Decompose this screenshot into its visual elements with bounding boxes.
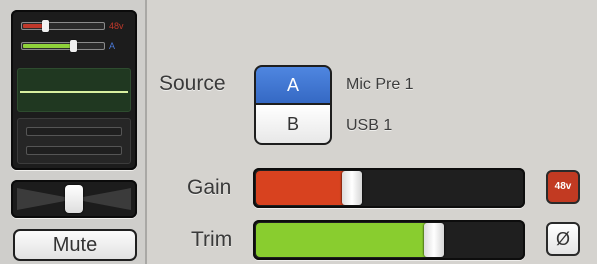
channel-input-panel: 48v A Mute Source A B Mic Pre 1 USB 1 Ga… (0, 0, 597, 264)
channel-overview[interactable]: 48v A (11, 10, 137, 170)
mini-gain-slider (21, 20, 105, 32)
trim-label: Trim (191, 228, 233, 251)
waveform-display (17, 68, 131, 112)
mini-source-label: A (109, 41, 116, 51)
mini-trim-knob (69, 40, 77, 52)
pan-knob[interactable] (65, 185, 83, 213)
fx-slot (26, 146, 122, 155)
gain-label: Gain (187, 176, 232, 199)
fx-slots (17, 118, 131, 164)
source-a-name: Mic Pre 1 (346, 76, 414, 93)
input-settings: Source A B Mic Pre 1 USB 1 Gain 48v Trim… (149, 0, 597, 264)
trim-fader[interactable] (253, 220, 525, 260)
gain-fader[interactable] (253, 168, 525, 208)
source-b-button[interactable]: B (254, 105, 332, 145)
pan-control[interactable] (11, 180, 137, 218)
source-b-name: USB 1 (346, 117, 393, 134)
phantom-power-button[interactable]: 48v (546, 170, 580, 204)
mute-button[interactable]: Mute (13, 229, 137, 261)
gain-fill (256, 171, 352, 205)
mini-gain-knob (41, 20, 49, 32)
trim-knob[interactable] (424, 223, 445, 257)
mini-trim-slider (21, 40, 105, 52)
channel-strip: 48v A Mute (0, 0, 147, 264)
mini-trim-fill (23, 44, 74, 48)
fx-slot (26, 127, 122, 136)
trim-fill (256, 223, 435, 257)
source-a-button[interactable]: A (254, 65, 332, 105)
source-label: Source (159, 72, 226, 95)
waveform-line (20, 91, 128, 93)
phase-invert-button[interactable]: Ø (546, 222, 580, 256)
mini-phantom-label: 48v (109, 21, 124, 31)
gain-knob[interactable] (341, 171, 362, 205)
